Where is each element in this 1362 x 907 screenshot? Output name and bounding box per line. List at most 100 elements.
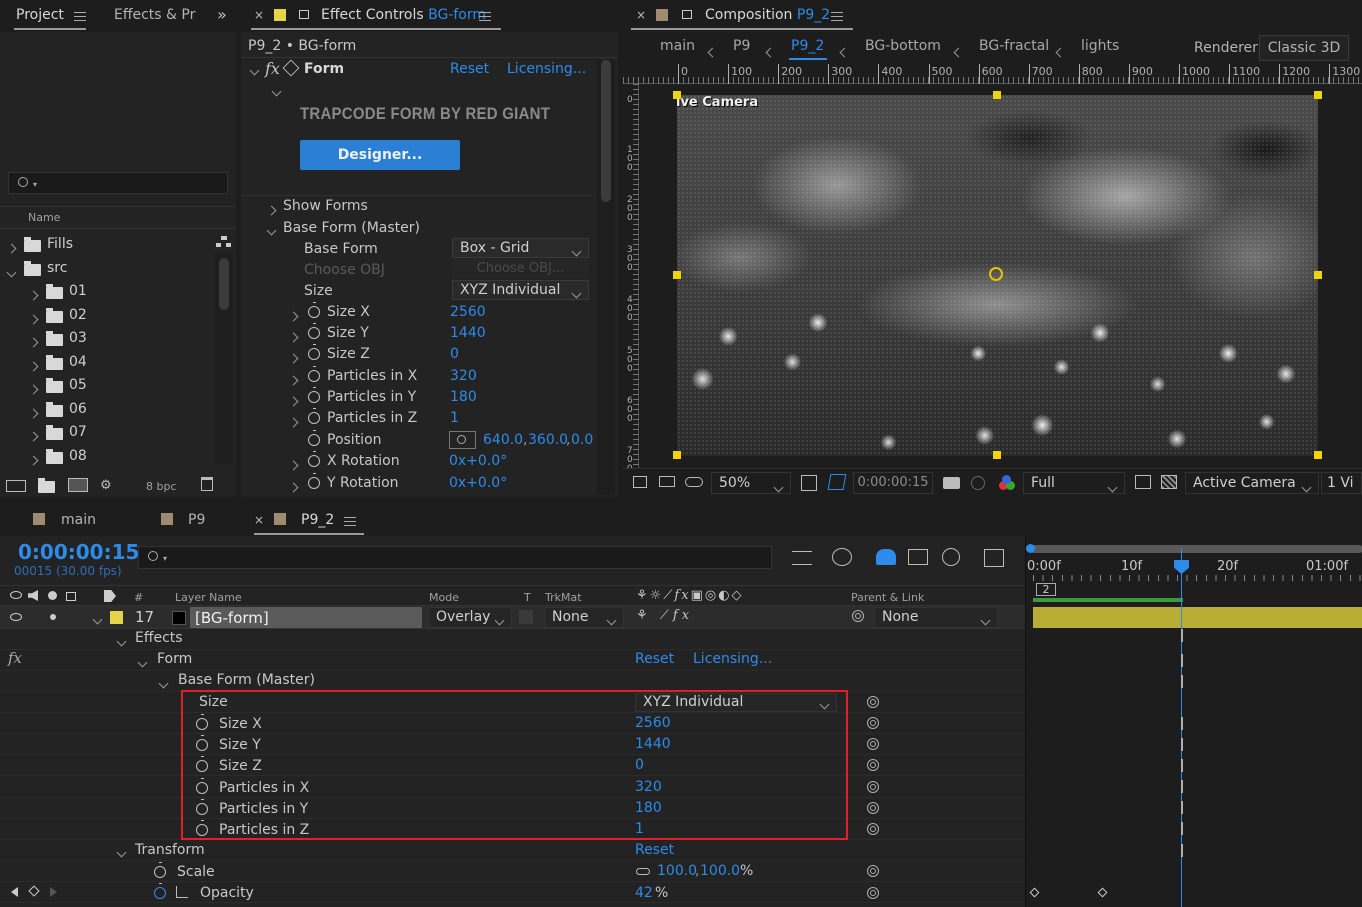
flow-item[interactable]: main	[660, 38, 695, 54]
pickwhip-icon[interactable]	[867, 717, 879, 733]
layer-name-column-header[interactable]: Layer Name	[175, 591, 242, 604]
tab-composition[interactable]: Composition P9_2	[705, 7, 830, 23]
expanded-chevron-icon[interactable]	[6, 264, 17, 280]
tab-p9-2[interactable]: P9_2	[301, 512, 334, 528]
project-item[interactable]: 03	[0, 328, 212, 350]
flow-item[interactable]: lights	[1081, 38, 1119, 54]
interpret-footage-icon[interactable]	[6, 480, 26, 492]
menu-icon[interactable]	[74, 12, 86, 21]
tab-effect-controls[interactable]: Effect Controls BG-form	[321, 7, 486, 23]
graph-editor-icon[interactable]	[984, 549, 1004, 567]
tab-project[interactable]: Project	[16, 7, 64, 23]
position-z[interactable]: 0.0	[571, 432, 593, 448]
flow-item[interactable]: P9_2	[791, 38, 824, 54]
y-rotation-value[interactable]: 0x+0.0°	[449, 475, 507, 491]
stopwatch-icon[interactable]	[308, 386, 320, 405]
camera-snapshot-icon[interactable]	[943, 477, 960, 489]
scale-x[interactable]: 100.0	[657, 863, 697, 879]
expression-marker[interactable]	[1181, 822, 1183, 835]
overflow-chevrons-icon[interactable]: »	[217, 5, 227, 24]
expression-marker[interactable]	[1181, 675, 1183, 688]
flow-item[interactable]: BG-fractal	[979, 38, 1049, 54]
show-forms-chevron[interactable]	[266, 202, 277, 218]
prop-chevron[interactable]	[288, 414, 299, 430]
effects-chevron[interactable]	[116, 633, 127, 649]
scale-y[interactable]: 100.0	[700, 863, 740, 879]
collapsed-chevron-icon[interactable]	[28, 405, 39, 421]
transform-handle[interactable]	[673, 91, 681, 99]
prop-chevron[interactable]	[288, 372, 299, 388]
expression-marker[interactable]	[1181, 629, 1183, 642]
resolution-dropdown[interactable]: Full	[1023, 472, 1125, 494]
close-icon[interactable]: ×	[254, 513, 264, 527]
layer-name-field[interactable]: [BG-form]	[190, 607, 422, 628]
transform-reset-link[interactable]: Reset	[635, 842, 674, 858]
position-y[interactable]: 360.0	[528, 432, 568, 448]
layer-duration-bar[interactable]	[1033, 607, 1362, 628]
pickwhip-icon[interactable]	[867, 865, 879, 881]
base-form-master-chevron[interactable]	[266, 222, 277, 238]
transparency-grid-icon[interactable]	[1161, 475, 1177, 489]
effect-controls-scrollbar[interactable]	[597, 60, 615, 495]
project-item[interactable]: 02	[0, 305, 212, 327]
trash-icon[interactable]	[201, 477, 213, 491]
tab-p9[interactable]: P9	[188, 512, 205, 528]
settings-icon[interactable]: ⚙	[100, 478, 112, 493]
bpc-label[interactable]: 8 bpc	[146, 480, 177, 493]
size-dropdown[interactable]: XYZ Individual	[452, 280, 589, 300]
timecode-button[interactable]: 0:00:00:15	[853, 472, 933, 494]
anchor-point-icon[interactable]	[989, 267, 1003, 281]
collapsed-chevron-icon[interactable]	[28, 287, 39, 303]
motion-blur-icon[interactable]	[942, 548, 960, 566]
pickwhip-icon[interactable]	[867, 759, 879, 775]
expression-marker[interactable]	[1181, 780, 1183, 793]
stopwatch-icon[interactable]	[308, 302, 320, 320]
preserve-transparency-box[interactable]	[519, 610, 533, 624]
transform-handle[interactable]	[673, 271, 681, 279]
project-scrollbar[interactable]	[215, 252, 233, 464]
prop-chevron[interactable]	[288, 308, 299, 324]
transform-handle[interactable]	[1314, 91, 1322, 99]
reset-link[interactable]: Reset	[450, 61, 489, 77]
close-icon[interactable]: ×	[636, 8, 646, 22]
base-form-dropdown[interactable]: Box - Grid	[452, 238, 589, 258]
collapsed-chevron-icon[interactable]	[28, 358, 39, 374]
prop-value[interactable]: 320	[450, 368, 477, 384]
constrain-proportions-icon[interactable]	[636, 868, 650, 875]
monitor-icon[interactable]	[659, 476, 675, 487]
prop-value[interactable]: 2560	[450, 304, 486, 320]
transform-handle[interactable]	[993, 451, 1001, 459]
flow-item[interactable]: BG-bottom	[865, 38, 941, 54]
x-rotation-value[interactable]: 0x+0.0°	[449, 453, 507, 469]
expression-marker[interactable]	[1181, 801, 1183, 814]
mask-icon[interactable]	[685, 477, 703, 487]
collapsed-chevron-icon[interactable]	[6, 240, 17, 256]
camera-dropdown[interactable]: Active Camera	[1185, 472, 1319, 494]
stopwatch-icon[interactable]	[308, 430, 320, 448]
rgb-channel-icon[interactable]	[999, 475, 1015, 491]
pickwhip-icon[interactable]	[867, 780, 879, 797]
solo-dot-icon[interactable]	[50, 614, 56, 620]
menu-icon[interactable]	[479, 12, 491, 21]
show-snapshot-icon[interactable]	[971, 476, 985, 490]
form-collapse-chevron[interactable]	[249, 62, 260, 78]
timeline-search-input[interactable]: ▾	[138, 546, 772, 569]
pickwhip-icon[interactable]	[852, 610, 864, 626]
draft-3d-icon[interactable]	[832, 548, 852, 566]
licensing-link[interactable]: Licensing...	[507, 61, 586, 77]
new-folder-icon[interactable]	[38, 478, 55, 496]
fast-previews-icon[interactable]	[1135, 475, 1151, 489]
expression-marker[interactable]	[1181, 844, 1183, 857]
prop-value[interactable]: 180	[450, 389, 477, 405]
close-icon[interactable]: ×	[254, 8, 264, 22]
position-x[interactable]: 640.0	[483, 432, 523, 448]
collapsed-chevron-icon[interactable]	[28, 381, 39, 397]
pickwhip-icon[interactable]	[867, 696, 879, 712]
layer-expand-chevron[interactable]	[92, 611, 103, 627]
stopwatch-icon[interactable]	[308, 408, 320, 426]
stopwatch-icon[interactable]	[308, 365, 320, 384]
menu-icon[interactable]	[344, 517, 356, 526]
work-area-bar[interactable]	[1033, 598, 1183, 602]
prop-value[interactable]: 1	[450, 410, 459, 426]
tab-main[interactable]: main	[61, 512, 96, 528]
